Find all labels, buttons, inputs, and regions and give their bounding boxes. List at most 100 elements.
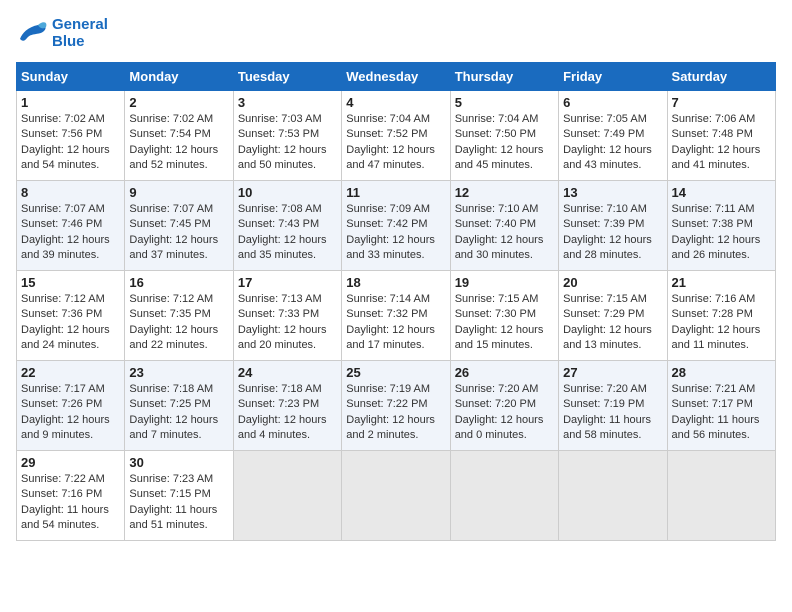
logo-text: General Blue [52,16,108,50]
day-info: Sunrise: 7:09 AM Sunset: 7:42 PM Dayligh… [346,202,445,264]
day-info: Sunrise: 7:06 AM Sunset: 7:48 PM Dayligh… [672,112,771,174]
calendar-day-cell: 15Sunrise: 7:12 AM Sunset: 7:36 PM Dayli… [17,271,125,361]
logo: General Blue [16,16,108,50]
calendar-day-cell [450,451,558,541]
day-of-week-header: Wednesday [342,63,450,91]
calendar-day-cell [342,451,450,541]
day-info: Sunrise: 7:20 AM Sunset: 7:19 PM Dayligh… [563,382,662,444]
days-of-week-row: SundayMondayTuesdayWednesdayThursdayFrid… [17,63,776,91]
day-number: 13 [563,185,662,200]
day-of-week-header: Friday [559,63,667,91]
calendar-day-cell: 6 Sunrise: 7:05 AM Sunset: 7:49 PM Daylig… [559,91,667,181]
calendar-week-row: 1Sunrise: 7:02 AM Sunset: 7:56 PM Daylig… [17,91,776,181]
calendar-day-cell: 18 Sunrise: 7:14 AM Sunset: 7:32 PM Dayli… [342,271,450,361]
calendar-day-cell: 30Sunrise: 7:23 AM Sunset: 7:15 PM Dayli… [125,451,233,541]
day-number: 28 [672,365,771,380]
day-info: Sunrise: 7:03 AM Sunset: 7:53 PM Dayligh… [238,112,337,174]
day-of-week-header: Sunday [17,63,125,91]
calendar-day-cell: 24 Sunrise: 7:18 AM Sunset: 7:23 PM Dayli… [233,361,341,451]
day-info: Sunrise: 7:18 AM Sunset: 7:25 PM Dayligh… [129,382,228,444]
day-number: 30 [129,455,228,470]
day-number: 22 [21,365,120,380]
day-number: 24 [238,365,337,380]
calendar-day-cell: 14 Sunrise: 7:11 AM Sunset: 7:38 PM Dayli… [667,181,775,271]
day-info: Sunrise: 7:04 AM Sunset: 7:50 PM Dayligh… [455,112,554,174]
day-info: Sunrise: 7:10 AM Sunset: 7:40 PM Dayligh… [455,202,554,264]
day-of-week-header: Tuesday [233,63,341,91]
day-of-week-header: Thursday [450,63,558,91]
calendar-day-cell: 10 Sunrise: 7:08 AM Sunset: 7:43 PM Dayli… [233,181,341,271]
day-info: Sunrise: 7:14 AM Sunset: 7:32 PM Dayligh… [346,292,445,354]
day-number: 16 [129,275,228,290]
calendar-day-cell: 2 Sunrise: 7:02 AM Sunset: 7:54 PM Daylig… [125,91,233,181]
calendar-day-cell [667,451,775,541]
calendar-day-cell: 23 Sunrise: 7:18 AM Sunset: 7:25 PM Dayli… [125,361,233,451]
day-info: Sunrise: 7:15 AM Sunset: 7:29 PM Dayligh… [563,292,662,354]
calendar-day-cell: 7 Sunrise: 7:06 AM Sunset: 7:48 PM Daylig… [667,91,775,181]
day-number: 23 [129,365,228,380]
calendar-week-row: 8Sunrise: 7:07 AM Sunset: 7:46 PM Daylig… [17,181,776,271]
day-number: 27 [563,365,662,380]
calendar-day-cell: 19 Sunrise: 7:15 AM Sunset: 7:30 PM Dayli… [450,271,558,361]
calendar-week-row: 29 Sunrise: 7:22 AM Sunset: 7:16 PM Dayli… [17,451,776,541]
day-number: 5 [455,95,554,110]
day-number: 12 [455,185,554,200]
calendar-day-cell: 26 Sunrise: 7:20 AM Sunset: 7:20 PM Dayli… [450,361,558,451]
calendar-day-cell: 8Sunrise: 7:07 AM Sunset: 7:46 PM Daylig… [17,181,125,271]
day-number: 7 [672,95,771,110]
calendar-day-cell: 20 Sunrise: 7:15 AM Sunset: 7:29 PM Dayli… [559,271,667,361]
day-number: 11 [346,185,445,200]
calendar-day-cell: 3 Sunrise: 7:03 AM Sunset: 7:53 PM Daylig… [233,91,341,181]
day-number: 26 [455,365,554,380]
day-info: Sunrise: 7:02 AM Sunset: 7:56 PM Dayligh… [21,112,120,174]
day-number: 21 [672,275,771,290]
day-info: Sunrise: 7:08 AM Sunset: 7:43 PM Dayligh… [238,202,337,264]
day-number: 15 [21,275,120,290]
day-of-week-header: Saturday [667,63,775,91]
day-info: Sunrise: 7:16 AM Sunset: 7:28 PM Dayligh… [672,292,771,354]
calendar-day-cell: 12 Sunrise: 7:10 AM Sunset: 7:40 PM Dayli… [450,181,558,271]
calendar-day-cell: 22 Sunrise: 7:17 AM Sunset: 7:26 PM Dayli… [17,361,125,451]
day-number: 4 [346,95,445,110]
day-of-week-header: Monday [125,63,233,91]
calendar-day-cell: 27 Sunrise: 7:20 AM Sunset: 7:19 PM Dayli… [559,361,667,451]
day-number: 18 [346,275,445,290]
calendar-day-cell: 21 Sunrise: 7:16 AM Sunset: 7:28 PM Dayli… [667,271,775,361]
day-info: Sunrise: 7:18 AM Sunset: 7:23 PM Dayligh… [238,382,337,444]
day-info: Sunrise: 7:17 AM Sunset: 7:26 PM Dayligh… [21,382,120,444]
day-number: 2 [129,95,228,110]
calendar-day-cell: 17Sunrise: 7:13 AM Sunset: 7:33 PM Dayli… [233,271,341,361]
day-info: Sunrise: 7:12 AM Sunset: 7:35 PM Dayligh… [129,292,228,354]
calendar-day-cell: 5 Sunrise: 7:04 AM Sunset: 7:50 PM Daylig… [450,91,558,181]
day-info: Sunrise: 7:19 AM Sunset: 7:22 PM Dayligh… [346,382,445,444]
day-info: Sunrise: 7:04 AM Sunset: 7:52 PM Dayligh… [346,112,445,174]
calendar-day-cell: 29 Sunrise: 7:22 AM Sunset: 7:16 PM Dayli… [17,451,125,541]
page-header: General Blue [16,16,776,50]
calendar-day-cell: 1Sunrise: 7:02 AM Sunset: 7:56 PM Daylig… [17,91,125,181]
calendar-week-row: 22 Sunrise: 7:17 AM Sunset: 7:26 PM Dayli… [17,361,776,451]
day-info: Sunrise: 7:22 AM Sunset: 7:16 PM Dayligh… [21,472,120,534]
day-number: 19 [455,275,554,290]
day-number: 25 [346,365,445,380]
day-info: Sunrise: 7:11 AM Sunset: 7:38 PM Dayligh… [672,202,771,264]
day-number: 10 [238,185,337,200]
calendar-week-row: 15Sunrise: 7:12 AM Sunset: 7:36 PM Dayli… [17,271,776,361]
day-info: Sunrise: 7:20 AM Sunset: 7:20 PM Dayligh… [455,382,554,444]
day-number: 3 [238,95,337,110]
calendar-day-cell: 11 Sunrise: 7:09 AM Sunset: 7:42 PM Dayli… [342,181,450,271]
calendar-day-cell: 4 Sunrise: 7:04 AM Sunset: 7:52 PM Daylig… [342,91,450,181]
calendar-day-cell: 28Sunrise: 7:21 AM Sunset: 7:17 PM Dayli… [667,361,775,451]
day-number: 29 [21,455,120,470]
day-info: Sunrise: 7:02 AM Sunset: 7:54 PM Dayligh… [129,112,228,174]
calendar-day-cell [559,451,667,541]
day-number: 9 [129,185,228,200]
day-info: Sunrise: 7:13 AM Sunset: 7:33 PM Dayligh… [238,292,337,354]
day-number: 14 [672,185,771,200]
day-number: 20 [563,275,662,290]
day-info: Sunrise: 7:10 AM Sunset: 7:39 PM Dayligh… [563,202,662,264]
day-info: Sunrise: 7:05 AM Sunset: 7:49 PM Dayligh… [563,112,662,174]
day-info: Sunrise: 7:07 AM Sunset: 7:45 PM Dayligh… [129,202,228,264]
day-info: Sunrise: 7:15 AM Sunset: 7:30 PM Dayligh… [455,292,554,354]
day-number: 6 [563,95,662,110]
calendar-day-cell: 13 Sunrise: 7:10 AM Sunset: 7:39 PM Dayli… [559,181,667,271]
